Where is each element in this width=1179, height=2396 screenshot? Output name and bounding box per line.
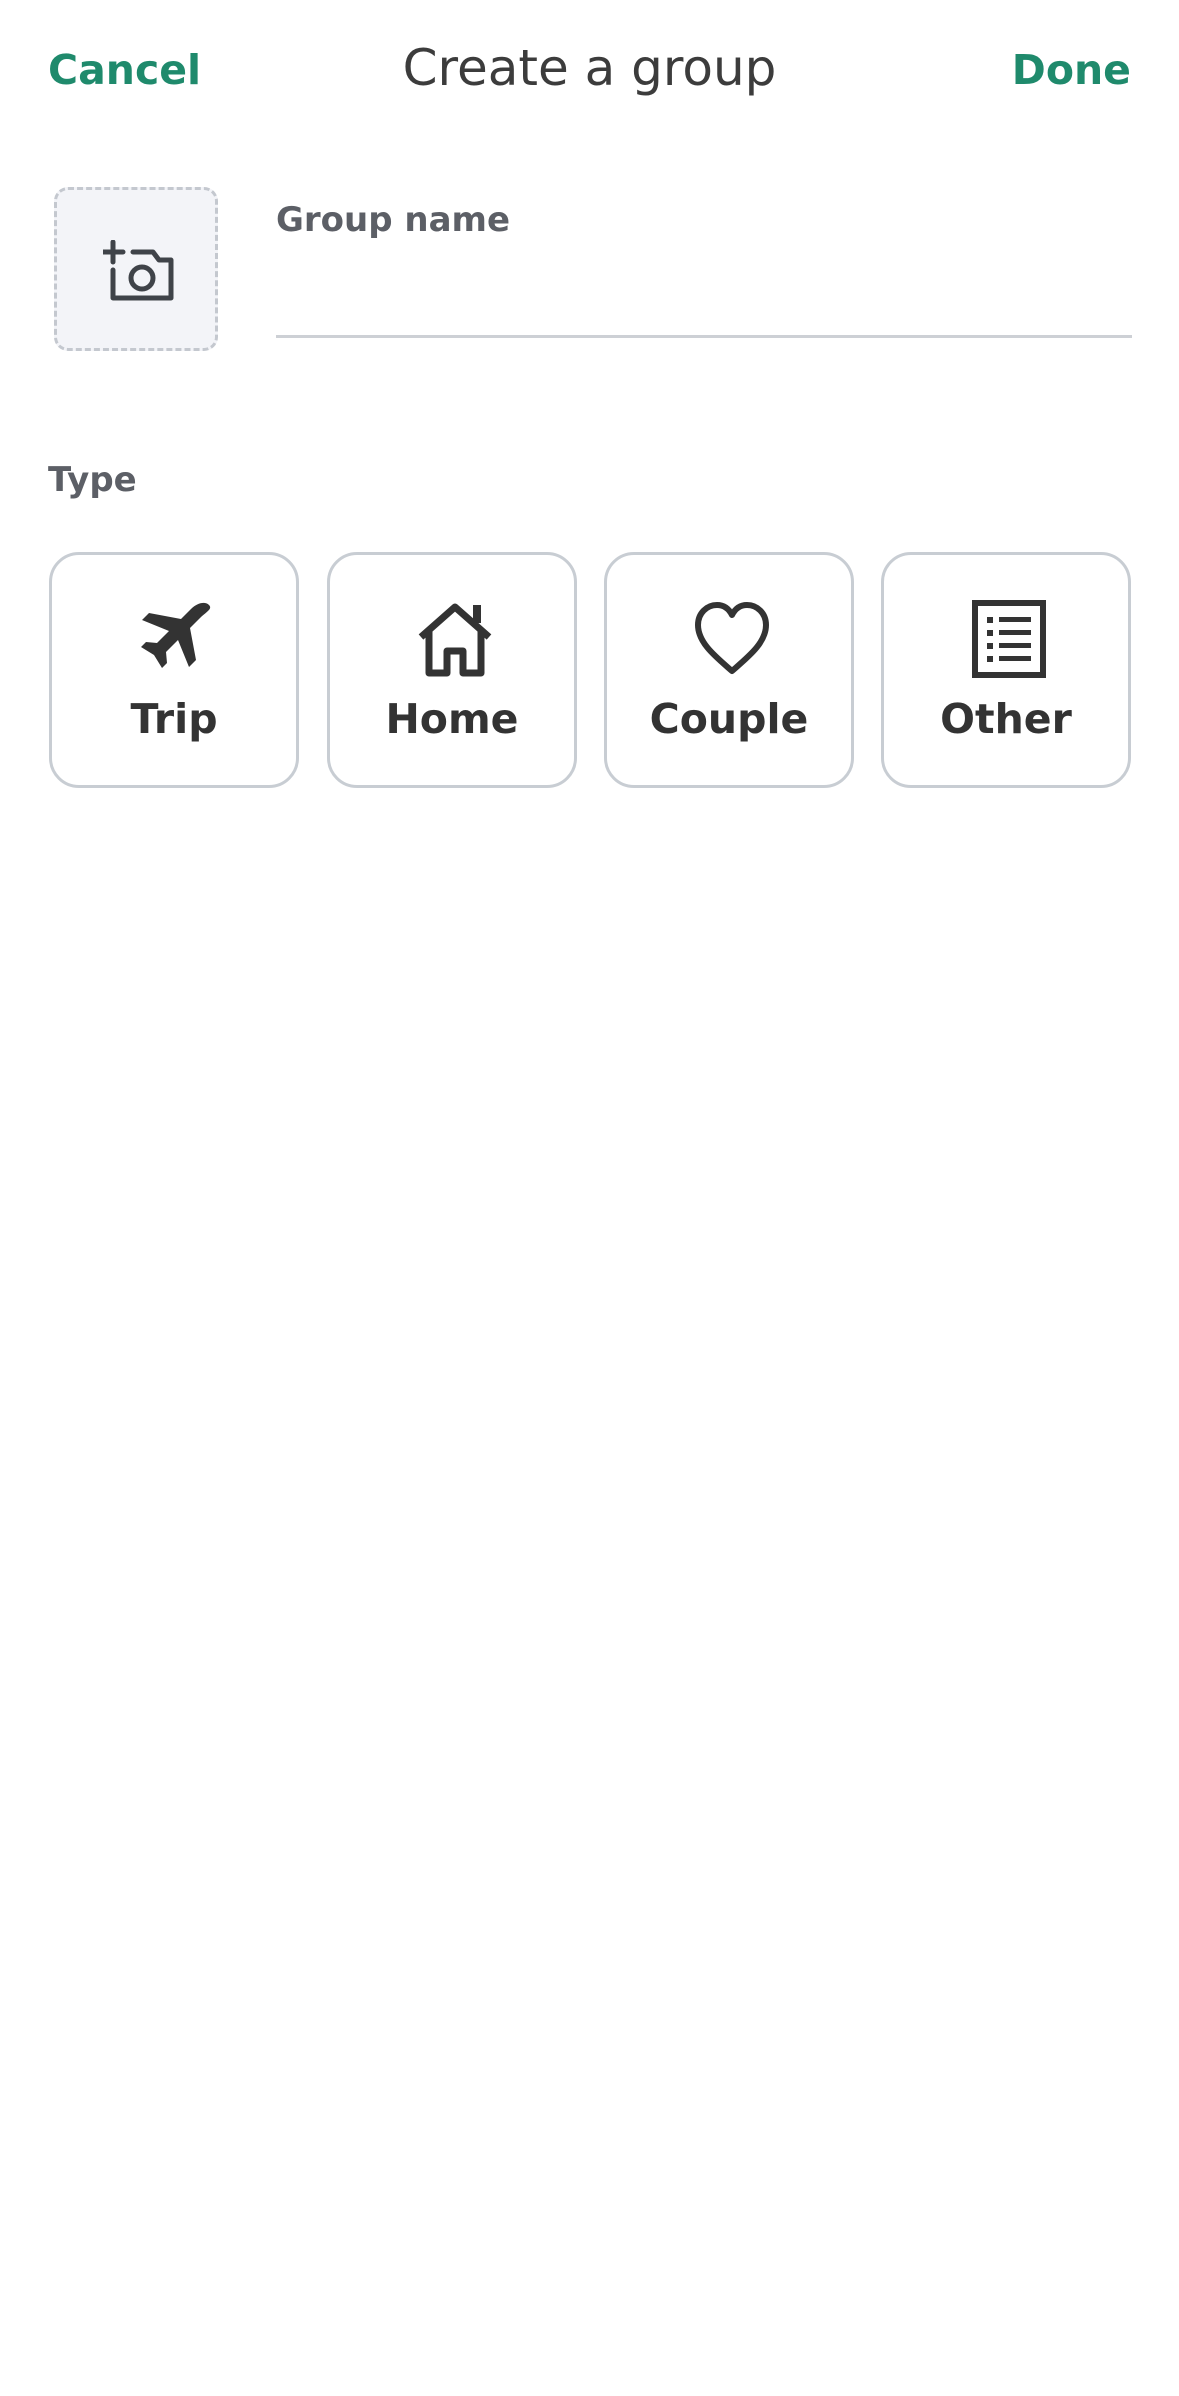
type-option-other[interactable]: Other [881,552,1131,788]
group-name-input[interactable] [276,262,1132,338]
group-name-label: Group name [276,200,511,240]
type-option-label: Other [940,695,1072,743]
type-section-label: Type [48,460,137,500]
group-photo-picker[interactable] [54,187,218,351]
house-icon [418,603,492,677]
airplane-icon [141,602,211,668]
type-option-label: Trip [130,695,218,743]
heart-icon [695,602,769,674]
done-button[interactable]: Done [1012,40,1131,100]
type-option-couple[interactable]: Couple [604,552,854,788]
type-option-home[interactable]: Home [327,552,577,788]
list-icon [972,600,1046,678]
type-option-label: Home [385,695,519,743]
page-title: Create a group [402,39,777,97]
nav-bar: Cancel Create a group Done [0,0,1179,140]
type-option-label: Couple [649,695,809,743]
type-option-trip[interactable]: Trip [49,552,299,788]
add-photo-icon [103,240,174,301]
